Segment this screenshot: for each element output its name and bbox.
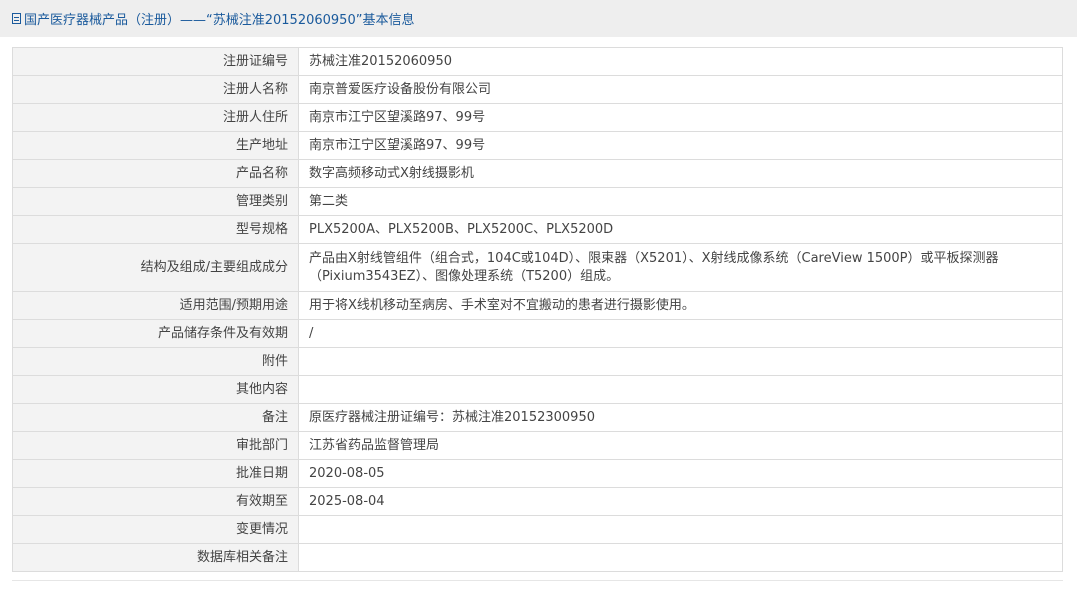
row-value: PLX5200A、PLX5200B、PLX5200C、PLX5200D: [298, 215, 1063, 244]
row-label: 批准日期: [12, 459, 299, 488]
row-label: 注册证编号: [12, 47, 299, 76]
row-value: [298, 543, 1063, 572]
table-row: 注册人名称 南京普爱医疗设备股份有限公司: [12, 75, 1063, 104]
row-value: 苏械注准20152060950: [298, 47, 1063, 76]
row-label: 附件: [12, 347, 299, 376]
row-value: 南京市江宁区望溪路97、99号: [298, 131, 1063, 160]
row-value: 数字高频移动式X射线摄影机: [298, 159, 1063, 188]
row-label: 产品储存条件及有效期: [12, 319, 299, 348]
row-value: 南京普爱医疗设备股份有限公司: [298, 75, 1063, 104]
row-value: [298, 375, 1063, 404]
table-row: 注册人住所 南京市江宁区望溪路97、99号: [12, 103, 1063, 132]
table-row: 其他内容: [12, 375, 1063, 404]
row-label: 有效期至: [12, 487, 299, 516]
row-label: 管理类别: [12, 187, 299, 216]
table-row: 附件: [12, 347, 1063, 376]
detail-table: 注册证编号 苏械注准20152060950 注册人名称 南京普爱医疗设备股份有限…: [12, 47, 1063, 572]
table-row: 生产地址 南京市江宁区望溪路97、99号: [12, 131, 1063, 160]
row-value: 第二类: [298, 187, 1063, 216]
table-row: 数据库相关备注: [12, 543, 1063, 572]
page-header: 国产医疗器械产品（注册）——“苏械注准20152060950”基本信息: [0, 0, 1077, 37]
row-label: 产品名称: [12, 159, 299, 188]
row-value: 江苏省药品监督管理局: [298, 431, 1063, 460]
row-value: 南京市江宁区望溪路97、99号: [298, 103, 1063, 132]
table-row: 注册证编号 苏械注准20152060950: [12, 47, 1063, 76]
row-label: 适用范围/预期用途: [12, 291, 299, 320]
detail-container: 注册证编号 苏械注准20152060950 注册人名称 南京普爱医疗设备股份有限…: [0, 37, 1077, 572]
table-row: 管理类别 第二类: [12, 187, 1063, 216]
table-row: 批准日期 2020-08-05: [12, 459, 1063, 488]
table-row: 适用范围/预期用途 用于将X线机移动至病房、手术室对不宜搬动的患者进行摄影使用。: [12, 291, 1063, 320]
row-value: 2025-08-04: [298, 487, 1063, 516]
row-value: 原医疗器械注册证编号：苏械注准20152300950: [298, 403, 1063, 432]
row-value: 2020-08-05: [298, 459, 1063, 488]
row-value: 产品由X射线管组件（组合式，104C或104D）、限束器（X5201）、X射线成…: [298, 243, 1063, 292]
row-label: 结构及组成/主要组成成分: [12, 243, 299, 292]
table-row: 有效期至 2025-08-04: [12, 487, 1063, 516]
row-label: 型号规格: [12, 215, 299, 244]
row-label: 审批部门: [12, 431, 299, 460]
row-label: 数据库相关备注: [12, 543, 299, 572]
row-label: 变更情况: [12, 515, 299, 544]
row-value: [298, 515, 1063, 544]
document-icon: [12, 13, 21, 24]
row-label: 其他内容: [12, 375, 299, 404]
page-title: 国产医疗器械产品（注册）——“苏械注准20152060950”基本信息: [24, 13, 415, 28]
row-label: 生产地址: [12, 131, 299, 160]
table-row: 变更情况: [12, 515, 1063, 544]
table-row: 审批部门 江苏省药品监督管理局: [12, 431, 1063, 460]
table-row: 产品名称 数字高频移动式X射线摄影机: [12, 159, 1063, 188]
row-value: /: [298, 319, 1063, 348]
table-row: 产品储存条件及有效期 /: [12, 319, 1063, 348]
table-row: 结构及组成/主要组成成分 产品由X射线管组件（组合式，104C或104D）、限束…: [12, 243, 1063, 292]
row-value: 用于将X线机移动至病房、手术室对不宜搬动的患者进行摄影使用。: [298, 291, 1063, 320]
row-label: 备注: [12, 403, 299, 432]
row-value: [298, 347, 1063, 376]
row-label: 注册人名称: [12, 75, 299, 104]
row-label: 注册人住所: [12, 103, 299, 132]
bottom-divider: [12, 572, 1063, 581]
table-row: 型号规格 PLX5200A、PLX5200B、PLX5200C、PLX5200D: [12, 215, 1063, 244]
table-row: 备注 原医疗器械注册证编号：苏械注准20152300950: [12, 403, 1063, 432]
